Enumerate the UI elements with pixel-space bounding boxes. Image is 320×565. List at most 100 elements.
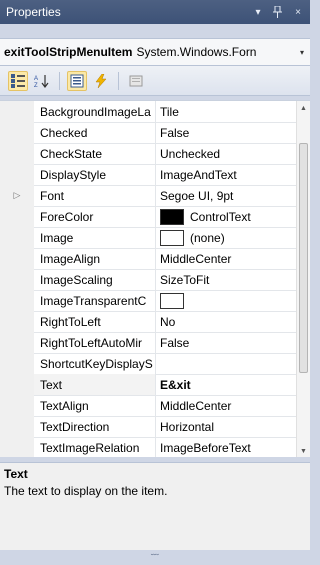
- property-row[interactable]: BackgroundImageLa Tile: [0, 101, 296, 123]
- property-row[interactable]: TextDirection Horizontal: [0, 416, 296, 438]
- description-panel: Text The text to display on the item.: [0, 462, 310, 550]
- property-row[interactable]: CheckState Unchecked: [0, 143, 296, 165]
- property-row[interactable]: Checked False: [0, 122, 296, 144]
- description-text: The text to display on the item.: [4, 484, 168, 498]
- row-gutter: [0, 122, 34, 143]
- object-type: System.Windows.Forn: [136, 45, 257, 59]
- property-row[interactable]: ShortcutKeyDisplayS: [0, 353, 296, 375]
- property-row[interactable]: RightToLeftAutoMir False: [0, 332, 296, 354]
- property-name[interactable]: TextAlign: [34, 395, 156, 416]
- property-row[interactable]: RightToLeft No: [0, 311, 296, 333]
- row-gutter: [0, 416, 34, 437]
- property-name[interactable]: CheckState: [34, 143, 156, 164]
- row-gutter: [0, 290, 34, 311]
- property-row[interactable]: ImageTransparentC: [0, 290, 296, 312]
- row-gutter: [0, 206, 34, 227]
- scroll-down-icon[interactable]: ▼: [297, 444, 310, 458]
- color-swatch: [160, 229, 184, 246]
- property-pages-button[interactable]: [126, 71, 146, 91]
- property-name[interactable]: ShortcutKeyDisplayS: [34, 353, 156, 374]
- property-name[interactable]: ImageAlign: [34, 248, 156, 269]
- row-gutter: [0, 395, 34, 416]
- property-name[interactable]: ForeColor: [34, 206, 156, 227]
- property-value[interactable]: No: [156, 311, 296, 332]
- row-gutter: [0, 227, 34, 248]
- property-row[interactable]: ForeColor ControlText: [0, 206, 296, 228]
- close-icon[interactable]: ×: [290, 4, 306, 20]
- property-name[interactable]: TextImageRelation: [34, 437, 156, 458]
- property-value-text: Unchecked: [160, 146, 221, 161]
- property-value-text: Tile: [160, 104, 179, 119]
- property-value[interactable]: SizeToFit: [156, 269, 296, 290]
- property-value[interactable]: Tile: [156, 101, 296, 122]
- property-value[interactable]: Unchecked: [156, 143, 296, 164]
- property-name[interactable]: RightToLeftAutoMir: [34, 332, 156, 353]
- row-gutter: [0, 311, 34, 332]
- scroll-up-icon[interactable]: ▲: [297, 101, 310, 115]
- property-value[interactable]: MiddleCenter: [156, 395, 296, 416]
- title-bar: Properties ▾ ×: [0, 0, 310, 24]
- property-value[interactable]: ImageBeforeText: [156, 437, 296, 458]
- bottom-edge: ˘˘˘: [0, 550, 310, 565]
- property-row[interactable]: Image (none): [0, 227, 296, 249]
- property-value[interactable]: Horizontal: [156, 416, 296, 437]
- property-name[interactable]: BackgroundImageLa: [34, 101, 156, 122]
- sort-alphabetical-icon: A Z: [34, 74, 49, 88]
- property-name[interactable]: TextDirection: [34, 416, 156, 437]
- property-value-text: MiddleCenter: [160, 398, 232, 413]
- property-value[interactable]: False: [156, 332, 296, 353]
- property-name[interactable]: Font: [34, 185, 156, 206]
- window-position-dropdown-icon[interactable]: ▾: [250, 4, 266, 20]
- property-value-text: MiddleCenter: [160, 251, 232, 266]
- property-name[interactable]: Text: [34, 374, 156, 395]
- property-value-text: Horizontal: [160, 419, 215, 434]
- property-name[interactable]: ImageTransparentC: [34, 290, 156, 311]
- pin-icon[interactable]: [270, 4, 286, 20]
- property-value[interactable]: False: [156, 122, 296, 143]
- window-title: Properties: [6, 5, 61, 19]
- categorized-button[interactable]: [8, 70, 28, 91]
- scroll-thumb[interactable]: [299, 143, 308, 373]
- property-value-text: ControlText: [190, 209, 251, 224]
- property-value[interactable]: Segoe UI, 9pt: [156, 185, 296, 206]
- property-value-text: SizeToFit: [160, 272, 210, 287]
- property-value[interactable]: [156, 353, 296, 374]
- resize-grip-icon[interactable]: ˘˘˘: [151, 553, 159, 562]
- property-value[interactable]: [156, 290, 296, 311]
- property-name[interactable]: Checked: [34, 122, 156, 143]
- property-value-text: False: [160, 125, 190, 140]
- property-row[interactable]: DisplayStyle ImageAndText: [0, 164, 296, 186]
- property-row[interactable]: ImageAlign MiddleCenter: [0, 248, 296, 270]
- svg-text:A: A: [34, 76, 38, 82]
- row-gutter: [0, 437, 34, 458]
- property-row[interactable]: ▷ Font Segoe UI, 9pt: [0, 185, 296, 207]
- chevron-down-icon[interactable]: ▾: [300, 48, 310, 57]
- property-row[interactable]: TextImageRelation ImageBeforeText: [0, 437, 296, 458]
- object-name: exitToolStripMenuItem: [4, 45, 133, 59]
- expand-icon[interactable]: ▷: [0, 185, 34, 206]
- property-value-text: No: [160, 314, 176, 329]
- row-gutter: [0, 101, 34, 122]
- property-name[interactable]: ImageScaling: [34, 269, 156, 290]
- properties-button[interactable]: [67, 70, 87, 91]
- property-value[interactable]: (none): [156, 227, 296, 248]
- property-name[interactable]: RightToLeft: [34, 311, 156, 332]
- property-value[interactable]: E&xit: [156, 374, 296, 395]
- property-row[interactable]: ImageScaling SizeToFit: [0, 269, 296, 291]
- toolbar-separator: [59, 71, 60, 90]
- lightning-icon: [95, 73, 107, 88]
- property-value[interactable]: ControlText: [156, 206, 296, 227]
- vertical-scrollbar[interactable]: ▲ ▼: [296, 101, 310, 458]
- object-selector[interactable]: exitToolStripMenuItem System.Windows.For…: [0, 38, 310, 66]
- color-swatch: [160, 292, 184, 309]
- property-value[interactable]: ImageAndText: [156, 164, 296, 185]
- property-name[interactable]: DisplayStyle: [34, 164, 156, 185]
- property-row[interactable]: Text E&xit: [0, 374, 296, 396]
- property-name[interactable]: Image: [34, 227, 156, 248]
- property-pages-icon: [129, 75, 143, 86]
- events-button[interactable]: [91, 71, 111, 91]
- toolbar-separator: [118, 71, 119, 90]
- property-value[interactable]: MiddleCenter: [156, 248, 296, 269]
- alphabetical-button[interactable]: A Z: [32, 71, 52, 91]
- property-row[interactable]: TextAlign MiddleCenter: [0, 395, 296, 417]
